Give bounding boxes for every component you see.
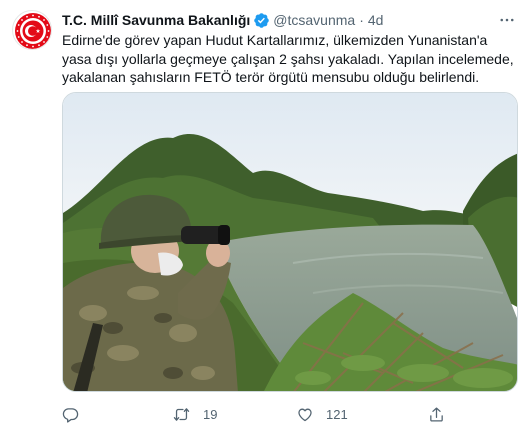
tweet-text: Edirne'de görev yapan Hudut Kartallarımı… bbox=[62, 32, 514, 85]
like-button[interactable]: 121 bbox=[296, 406, 348, 423]
reply-icon bbox=[62, 406, 79, 423]
tweet-timestamp[interactable]: 4d bbox=[368, 11, 384, 29]
retweet-icon bbox=[172, 406, 191, 423]
tweet-card[interactable]: T.C. Millî Savunma Bakanlığı @tcsavunma … bbox=[0, 0, 531, 432]
separator-dot: · bbox=[359, 12, 364, 28]
display-name[interactable]: T.C. Millî Savunma Bakanlığı bbox=[62, 11, 250, 29]
retweet-button[interactable]: 19 bbox=[172, 406, 217, 423]
heart-icon bbox=[296, 406, 314, 423]
like-count: 121 bbox=[326, 406, 348, 422]
share-button[interactable] bbox=[428, 406, 445, 423]
share-icon bbox=[428, 406, 445, 423]
retweet-count: 19 bbox=[203, 406, 218, 422]
reply-button[interactable] bbox=[62, 406, 91, 423]
more-options-icon[interactable] bbox=[497, 10, 517, 30]
verified-badge-icon bbox=[253, 12, 270, 29]
tweet-photo[interactable] bbox=[62, 92, 518, 392]
tweet-header: T.C. Millî Savunma Bakanlığı @tcsavunma … bbox=[62, 10, 517, 30]
avatar[interactable] bbox=[12, 10, 52, 50]
msb-emblem-icon bbox=[15, 13, 51, 49]
tweet-actions: 19 121 bbox=[62, 402, 482, 426]
soldier-river-photo bbox=[63, 93, 517, 391]
user-handle[interactable]: @tcsavunma bbox=[273, 11, 355, 29]
